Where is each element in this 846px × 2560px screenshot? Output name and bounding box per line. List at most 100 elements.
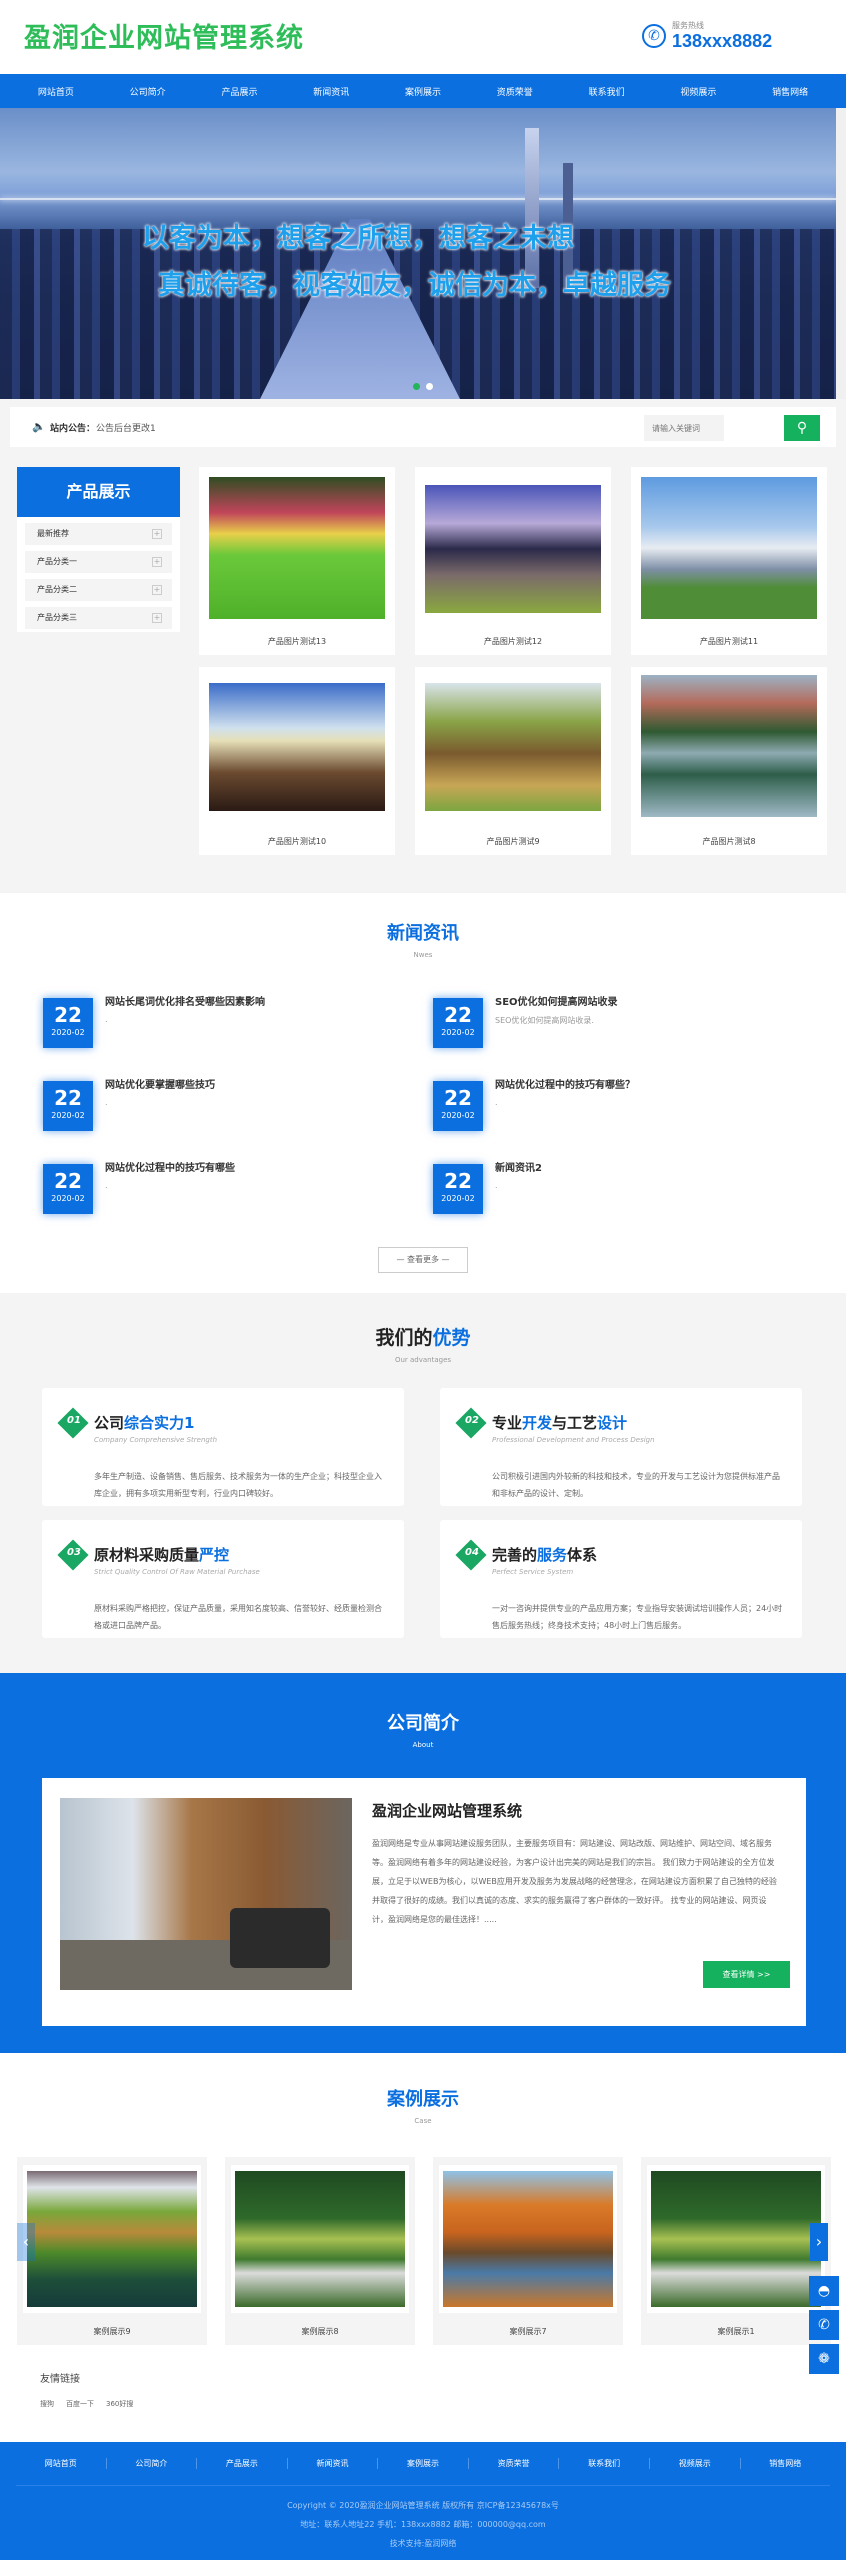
footer-nav-products[interactable]: 产品展示 bbox=[197, 2458, 288, 2469]
nav-item-contact[interactable]: 联系我们 bbox=[561, 85, 653, 98]
news-item-title[interactable]: 网站优化过程中的技巧有哪些？ bbox=[495, 1076, 635, 1091]
chevron-right-icon: › bbox=[815, 2232, 823, 2251]
case-label: 案例展示7 bbox=[509, 2327, 547, 2336]
about-card: 盈润企业网站管理系统 盈润网络是专业从事网站建设服务团队，主要服务项目有：网站建… bbox=[42, 1778, 806, 2026]
news-item-title[interactable]: 新闻资讯2 bbox=[495, 1159, 542, 1174]
carousel-next-button[interactable]: › bbox=[810, 2223, 828, 2261]
nav-item-products[interactable]: 产品展示 bbox=[194, 85, 286, 98]
date-month: 2020-02 bbox=[51, 1111, 85, 1120]
date-badge: 22 2020-02 bbox=[43, 1164, 93, 1214]
banner-dot-1[interactable] bbox=[413, 383, 420, 390]
qq-button[interactable]: ◓ bbox=[809, 2276, 839, 2306]
sidebar-item-category-2[interactable]: 产品分类二 + bbox=[25, 579, 172, 601]
case-image bbox=[231, 2165, 409, 2313]
footer-nav-contact[interactable]: 联系我们 bbox=[559, 2458, 650, 2469]
product-label: 产品图片测试12 bbox=[483, 637, 543, 646]
advantage-card: 04 完善的服务体系 Perfect Service System 一对一咨询并… bbox=[440, 1520, 802, 1638]
product-card[interactable]: 产品图片测试13 bbox=[199, 467, 395, 655]
friend-link[interactable]: 360好搜 bbox=[106, 2399, 133, 2409]
banner-slogan-2: 真诚待客，视客如友，诚信为本，卓越服务 bbox=[158, 270, 671, 301]
news-item[interactable]: 22 2020-02 网站长尾词优化排名受哪些因素影响 . bbox=[43, 993, 403, 1048]
phone-button[interactable]: ✆ bbox=[809, 2310, 839, 2340]
footer-nav-cases[interactable]: 案例展示 bbox=[378, 2458, 469, 2469]
case-card[interactable]: 案例展示1 bbox=[641, 2157, 831, 2345]
footer-nav-sales[interactable]: 销售网络 bbox=[741, 2458, 831, 2469]
notice-text[interactable]: 公告后台更改1 bbox=[96, 421, 156, 434]
banner-dot-2[interactable] bbox=[426, 383, 433, 390]
phone-icon: ✆ bbox=[818, 2317, 830, 2333]
nav-item-honors[interactable]: 资质荣誉 bbox=[469, 85, 561, 98]
friend-link[interactable]: 搜狗 bbox=[40, 2399, 54, 2409]
about-section: 公司简介 About 盈润企业网站管理系统 盈润网络是专业从事网站建设服务团队，… bbox=[0, 1673, 846, 2053]
news-item-title[interactable]: SEO优化如何提高网站收录 bbox=[495, 993, 618, 1008]
news-item-title[interactable]: 网站优化要掌握哪些技巧 bbox=[105, 1076, 215, 1091]
product-image bbox=[425, 683, 601, 811]
product-card[interactable]: 产品图片测试12 bbox=[415, 467, 611, 655]
cases-subtitle: Case bbox=[414, 2117, 432, 2125]
friend-link[interactable]: 百度一下 bbox=[66, 2399, 94, 2409]
sidebar-item-category-1[interactable]: 产品分类一 + bbox=[25, 551, 172, 573]
site-logo[interactable]: 盈润企业网站管理系统 bbox=[24, 16, 304, 55]
nav-item-news[interactable]: 新闻资讯 bbox=[285, 85, 377, 98]
advantage-card: 02 专业开发与工艺设计 Professional Development an… bbox=[440, 1388, 802, 1506]
case-label: 案例展示1 bbox=[717, 2327, 755, 2336]
tech-support: 技术支持:盈润网络 bbox=[389, 2539, 457, 2548]
plus-icon: + bbox=[152, 557, 162, 567]
news-item[interactable]: 22 2020-02 SEO优化如何提高网站收录 SEO优化如何提高网站收录. bbox=[433, 993, 793, 1048]
date-month: 2020-02 bbox=[51, 1194, 85, 1203]
case-card[interactable]: 案例展示8 bbox=[225, 2157, 415, 2345]
news-item[interactable]: 22 2020-02 网站优化过程中的技巧有哪些？ . bbox=[433, 1076, 793, 1131]
nav-item-home[interactable]: 网站首页 bbox=[10, 85, 102, 98]
sidebar-item-latest[interactable]: 最新推荐 + bbox=[25, 523, 172, 545]
notice-label: 站内公告： bbox=[50, 424, 96, 434]
title-part: 原材料采购质量 bbox=[94, 1546, 200, 1564]
news-item[interactable]: 22 2020-02 新闻资讯2 . bbox=[433, 1159, 793, 1214]
footer-nav-about[interactable]: 公司简介 bbox=[107, 2458, 198, 2469]
footer-nav-home[interactable]: 网站首页 bbox=[16, 2458, 107, 2469]
contact-info: 地址：联系人地址22 手机：138xxx8882 邮箱：000000@qq.co… bbox=[300, 2520, 546, 2529]
nav-item-about[interactable]: 公司简介 bbox=[102, 85, 194, 98]
banner-pagination bbox=[413, 383, 433, 390]
search-input[interactable] bbox=[644, 415, 724, 441]
case-image bbox=[23, 2165, 201, 2313]
footer-nav: 网站首页 公司简介 产品展示 新闻资讯 案例展示 资质荣誉 联系我们 视频展示 … bbox=[16, 2442, 830, 2486]
title-part: 专业 bbox=[492, 1414, 523, 1432]
more-news-button[interactable]: — 查看更多 — bbox=[378, 1247, 468, 1273]
footer-nav-news[interactable]: 新闻资讯 bbox=[288, 2458, 379, 2469]
notice-bar: 🔈 站内公告： 公告后台更改1 ⚲ bbox=[10, 407, 836, 447]
product-label: 产品图片测试9 bbox=[486, 837, 540, 846]
advantages-title-blue: 优势 bbox=[432, 1327, 471, 1349]
news-item[interactable]: 22 2020-02 网站优化要掌握哪些技巧 . bbox=[43, 1076, 403, 1131]
wechat-button[interactable]: ❁ bbox=[809, 2344, 839, 2374]
title-part: 公司 bbox=[94, 1414, 125, 1432]
case-card[interactable]: 案例展示7 bbox=[433, 2157, 623, 2345]
product-card[interactable]: 产品图片测试9 bbox=[415, 667, 611, 855]
product-card[interactable]: 产品图片测试11 bbox=[631, 467, 827, 655]
nav-item-sales[interactable]: 销售网络 bbox=[744, 85, 836, 98]
advantage-desc: 一对一咨询并提供专业的产品应用方案；专业指导安装调试培训操作人员；24小时售后服… bbox=[492, 1604, 783, 1630]
news-item-desc: . bbox=[105, 1015, 108, 1024]
badge-number: 02 bbox=[465, 1415, 479, 1426]
product-card[interactable]: 产品图片测试10 bbox=[199, 667, 395, 855]
advantage-title: 完善的服务体系 bbox=[492, 1544, 597, 1565]
product-card[interactable]: 产品图片测试8 bbox=[631, 667, 827, 855]
advantage-subtitle: Company Comprehensive Strength bbox=[94, 1436, 218, 1444]
sidebar-item-category-3[interactable]: 产品分类三 + bbox=[25, 607, 172, 629]
footer-nav-honors[interactable]: 资质荣誉 bbox=[469, 2458, 560, 2469]
nav-item-videos[interactable]: 视频展示 bbox=[652, 85, 744, 98]
header: 盈润企业网站管理系统 ✆ 服务热线 138xxx8882 bbox=[0, 0, 846, 74]
nav-item-cases[interactable]: 案例展示 bbox=[377, 85, 469, 98]
about-title: 公司简介 bbox=[387, 1713, 459, 1734]
footer-nav-videos[interactable]: 视频展示 bbox=[650, 2458, 741, 2469]
hero-banner[interactable]: 以客为本，想客之所想，想客之未想 真诚待客，视客如友，诚信为本，卓越服务 bbox=[0, 108, 836, 399]
search-button[interactable]: ⚲ bbox=[784, 415, 820, 441]
news-item-title[interactable]: 网站长尾词优化排名受哪些因素影响 bbox=[105, 993, 265, 1008]
image-sofa bbox=[230, 1908, 330, 1968]
case-card[interactable]: 案例展示9 bbox=[17, 2157, 207, 2345]
carousel-prev-button[interactable]: ‹ bbox=[17, 2223, 35, 2261]
view-details-button[interactable]: 查看详情 >> bbox=[703, 1961, 790, 1988]
product-image bbox=[641, 675, 817, 817]
news-item-title[interactable]: 网站优化过程中的技巧有哪些 bbox=[105, 1159, 235, 1174]
news-item[interactable]: 22 2020-02 网站优化过程中的技巧有哪些 . bbox=[43, 1159, 403, 1214]
product-image bbox=[209, 477, 385, 619]
